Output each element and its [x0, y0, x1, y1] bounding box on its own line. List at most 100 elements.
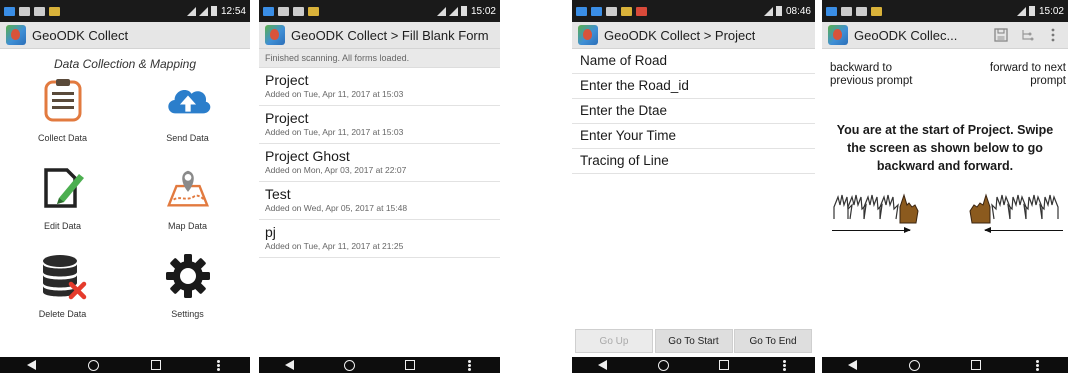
edit-data-label: Edit Data — [43, 221, 82, 231]
hierarchy-buttons: Go Up Go To Start Go To End — [572, 329, 815, 353]
signal-icon — [1016, 6, 1026, 16]
cloud-upload-icon — [163, 75, 213, 125]
overflow-menu-button[interactable] — [778, 359, 792, 371]
home-button[interactable] — [87, 359, 101, 371]
app-logo-icon — [265, 25, 285, 45]
map-data-label: Map Data — [167, 221, 208, 231]
overflow-menu-button[interactable] — [1044, 26, 1062, 44]
form-list: Project Added on Tue, Apr 11, 2017 at 15… — [259, 68, 500, 258]
notification-icon — [19, 6, 30, 16]
back-button[interactable] — [282, 359, 296, 371]
recents-button[interactable] — [717, 359, 731, 371]
hierarchy-button[interactable] — [1018, 26, 1036, 44]
form-list-item[interactable]: Project Added on Tue, Apr 11, 2017 at 15… — [259, 106, 500, 144]
save-icon — [994, 28, 1008, 42]
back-button[interactable] — [846, 359, 860, 371]
back-button[interactable] — [24, 359, 38, 371]
notification-icon — [871, 6, 882, 16]
gear-icon — [163, 251, 213, 301]
signal-icon — [448, 6, 458, 16]
home-button[interactable] — [656, 359, 670, 371]
go-to-end-button[interactable]: Go To End — [734, 329, 812, 353]
notification-icon — [606, 6, 617, 16]
page-title: GeoODK Collect > Fill Blank Form — [291, 27, 489, 43]
status-time: 08:46 — [785, 5, 811, 17]
recents-icon — [404, 360, 415, 370]
overflow-icon — [1051, 28, 1055, 42]
overflow-menu-button[interactable] — [463, 359, 477, 371]
form-name: Project — [265, 72, 309, 88]
recents-button[interactable] — [969, 359, 983, 371]
swipe-backward-hands-icon — [833, 193, 919, 224]
form-added-date: Added on Wed, Apr 05, 2017 at 15:48 — [265, 203, 408, 213]
save-button[interactable] — [992, 26, 1010, 44]
collect-data-button[interactable]: Collect Data — [0, 75, 125, 163]
question-item[interactable]: Enter the Dtae — [572, 99, 815, 124]
scan-status: Finished scanning. All forms loaded. — [259, 49, 500, 68]
form-hierarchy-screen: 08:46 GeoODK Collect > Project Name of R… — [572, 0, 815, 373]
form-name: Test — [265, 186, 291, 202]
notification-icon — [34, 6, 45, 16]
form-list-item[interactable]: Test Added on Wed, Apr 05, 2017 at 15:48 — [259, 182, 500, 220]
notification-icon — [263, 6, 274, 16]
signal-icon — [436, 6, 446, 16]
notification-icon — [49, 6, 60, 16]
page-subtitle: Data Collection & Mapping — [53, 57, 197, 71]
status-bar: 15:02 — [822, 0, 1068, 22]
overflow-menu-button[interactable] — [212, 359, 226, 371]
home-button[interactable] — [342, 359, 356, 371]
overflow-icon — [1035, 359, 1039, 371]
action-bar: GeoODK Collect — [0, 22, 250, 49]
send-data-button[interactable]: Send Data — [125, 75, 250, 163]
notification-icon — [636, 6, 647, 16]
question-item[interactable]: Enter Your Time — [572, 124, 815, 149]
settings-button[interactable]: Settings — [125, 251, 250, 339]
status-time: 12:54 — [220, 5, 246, 17]
notification-icon — [856, 6, 867, 16]
question-item[interactable]: Tracing of Line — [572, 149, 815, 174]
go-up-button[interactable]: Go Up — [575, 329, 653, 353]
form-name: Project — [265, 110, 309, 126]
back-icon — [848, 360, 858, 370]
nav-bar — [822, 357, 1068, 373]
form-name: pj — [265, 224, 276, 240]
question-list: Name of Road Enter the Road_id Enter the… — [572, 49, 815, 174]
clipboard-icon — [38, 75, 88, 125]
status-time: 15:02 — [1038, 5, 1064, 17]
form-list-item[interactable]: Project Ghost Added on Mon, Apr 03, 2017… — [259, 144, 500, 182]
swipe-illustration — [822, 185, 1068, 235]
form-entry-screen: 15:02 GeoODK Collec... You are at the st… — [822, 0, 1068, 373]
form-intro-text: You are at the start of Project. Swipe t… — [836, 123, 1054, 173]
recents-button[interactable] — [149, 359, 163, 371]
battery-icon — [460, 6, 467, 16]
settings-label: Settings — [171, 309, 204, 319]
recents-button[interactable] — [403, 359, 417, 371]
form-list-item[interactable]: Project Added on Tue, Apr 11, 2017 at 15… — [259, 68, 500, 106]
question-item[interactable]: Name of Road — [572, 49, 815, 74]
question-item[interactable]: Enter the Road_id — [572, 74, 815, 99]
home-button[interactable] — [907, 359, 921, 371]
status-bar: 08:46 — [572, 0, 815, 22]
app-logo-icon — [6, 25, 26, 45]
form-list-item[interactable]: pj Added on Tue, Apr 11, 2017 at 21:25 — [259, 220, 500, 258]
notification-icon — [841, 6, 852, 16]
edit-data-button[interactable]: Edit Data — [0, 163, 125, 251]
notification-icon — [4, 6, 15, 16]
app-logo-icon — [828, 25, 848, 45]
collect-data-label: Collect Data — [37, 133, 88, 143]
edit-document-icon — [38, 163, 88, 213]
overflow-menu-button[interactable] — [1030, 359, 1044, 371]
back-button[interactable] — [595, 359, 609, 371]
home-icon — [343, 359, 355, 371]
go-to-start-button[interactable]: Go To Start — [654, 329, 733, 353]
signal-icon — [198, 6, 208, 16]
back-icon — [597, 360, 607, 370]
delete-data-button[interactable]: Delete Data — [0, 251, 125, 339]
map-data-button[interactable]: Map Data — [125, 163, 250, 251]
signal-icon — [763, 6, 773, 16]
swipe-forward-hands-icon — [969, 193, 1059, 224]
send-data-label: Send Data — [166, 133, 209, 143]
notification-icon — [293, 6, 304, 16]
status-time: 15:02 — [470, 5, 496, 17]
battery-icon — [1028, 6, 1035, 16]
